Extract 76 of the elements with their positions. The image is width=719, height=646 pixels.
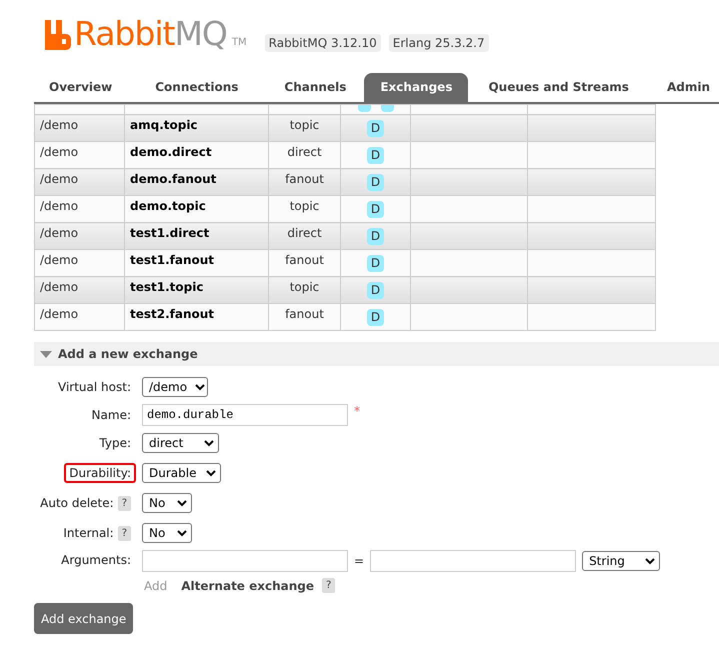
caret-icon <box>645 558 656 564</box>
logo-text: MQ <box>174 14 227 53</box>
exchange-name-cell: demo.direct <box>124 142 268 168</box>
field-label: Arguments: <box>61 553 131 567</box>
durable-badge: D <box>366 147 384 164</box>
durable-badge: D <box>366 174 384 191</box>
help-button[interactable]: ? <box>118 496 131 510</box>
table-cell: /demo <box>34 114 124 142</box>
tab[interactable]: Channels <box>266 73 364 102</box>
required-mark: * <box>354 404 360 418</box>
help-button[interactable]: ? <box>322 578 336 593</box>
dropdown[interactable]: No <box>142 523 192 543</box>
add-exchange-button[interactable]: Add exchange <box>34 603 134 634</box>
section-header[interactable]: Add a new exchange <box>34 342 719 366</box>
equals-sign: = <box>354 554 364 568</box>
exchange-name-cell: demo.fanout <box>124 168 268 196</box>
field-label: Type: <box>99 436 131 450</box>
caret-icon <box>177 530 187 536</box>
table-cell: /demo <box>34 304 124 330</box>
durable-badge: D <box>366 309 384 326</box>
table-cell: direct <box>268 222 340 250</box>
durable-badge: D <box>366 120 384 137</box>
table-cell: fanout <box>268 250 340 276</box>
dropdown[interactable]: String <box>582 551 660 571</box>
tab[interactable]: Queues and Streams <box>468 73 649 102</box>
caret-icon <box>195 384 206 390</box>
table-cell: /demo <box>34 276 124 304</box>
table-cell: /demo <box>34 168 124 196</box>
table-cell: topic <box>268 114 340 142</box>
tab[interactable]: Admin <box>648 73 719 102</box>
exchange-name-cell: demo.topic <box>124 196 268 222</box>
durable-badge: D <box>366 228 384 245</box>
logo-text: Rabbit <box>74 14 174 53</box>
table-cell: /demo <box>34 196 124 222</box>
exchange-name-cell: test2.fanout <box>124 304 268 330</box>
table-cell: direct <box>268 142 340 168</box>
table-cell: topic <box>268 276 340 304</box>
field-label: Auto delete: <box>40 496 114 510</box>
durable-badge: D <box>366 282 384 299</box>
field-label: Name: <box>92 408 131 422</box>
field-label: Internal: <box>63 526 114 540</box>
table-cell: fanout <box>268 304 340 330</box>
argument-key-field[interactable] <box>142 550 348 572</box>
dropdown[interactable]: direct <box>142 433 219 453</box>
table-cell: /demo <box>34 250 124 276</box>
argument-value-field[interactable] <box>370 550 576 572</box>
exchange-name-cell: test1.topic <box>124 276 268 304</box>
version-badge: Erlang 25.3.2.7 <box>388 34 489 52</box>
help-button[interactable]: ? <box>118 526 131 540</box>
field-label: Durability: <box>69 466 131 480</box>
tab[interactable]: Overview <box>34 73 128 102</box>
table-cell: /demo <box>34 142 124 168</box>
caret-icon <box>206 470 216 476</box>
caret-icon <box>177 500 187 506</box>
durable-badge: D <box>366 201 384 218</box>
dropdown[interactable]: No <box>142 493 192 513</box>
version-badge: RabbitMQ 3.12.10 <box>264 34 381 52</box>
section-title: Add a new exchange <box>58 347 198 361</box>
table-cell: /demo <box>34 222 124 250</box>
dropdown[interactable]: /demo <box>142 377 208 397</box>
exchange-name-cell: amq.topic <box>124 114 268 142</box>
tab[interactable]: Exchanges <box>364 73 468 102</box>
durable-badge: D <box>366 255 384 272</box>
exchange-name-cell: test1.direct <box>124 222 268 250</box>
table-cell: fanout <box>268 168 340 196</box>
field-label: Virtual host: <box>58 380 131 394</box>
rabbit-logo-icon <box>45 20 71 50</box>
trademark-mark: TM <box>232 37 247 48</box>
dropdown[interactable]: Durable <box>142 463 221 483</box>
caret-icon <box>204 440 214 446</box>
feature-badges-drawing <box>358 105 394 112</box>
name-field[interactable]: demo.durable <box>142 404 348 426</box>
exchange-name-cell: test1.fanout <box>124 250 268 276</box>
tab[interactable]: Connections <box>127 73 266 102</box>
argument-suggestion-link[interactable]: Alternate exchange <box>181 578 314 592</box>
table-cell: topic <box>268 196 340 222</box>
